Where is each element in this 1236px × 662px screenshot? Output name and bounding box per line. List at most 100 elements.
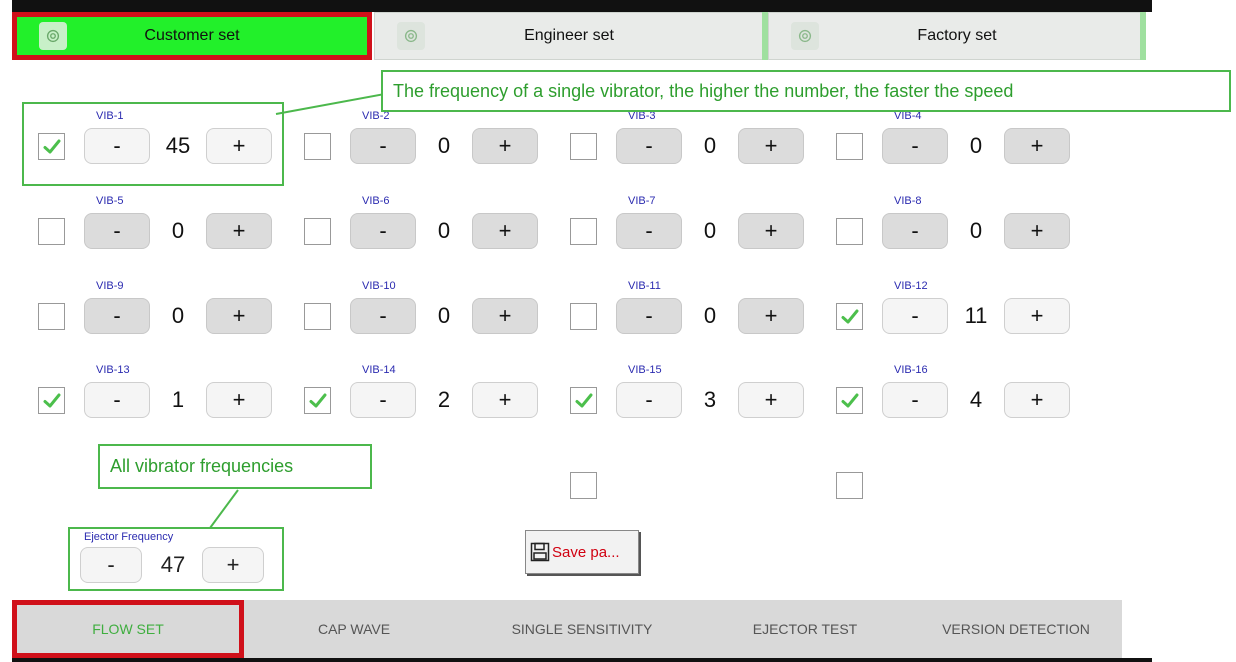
vibrator-control: VIB-9 -0 +	[38, 280, 278, 340]
increase-button[interactable]: +	[1004, 128, 1070, 164]
decrease-button[interactable]: -	[350, 298, 416, 334]
decrease-button[interactable]: -	[84, 213, 150, 249]
vibrator-value: 0	[969, 218, 983, 243]
vibrator-control: VIB-6 -0 +	[304, 195, 544, 255]
increase-button[interactable]: +	[472, 213, 538, 249]
increase-button[interactable]: +	[206, 213, 272, 249]
vibrator-checkbox[interactable]	[836, 387, 863, 414]
vibrator-checkbox[interactable]	[836, 303, 863, 330]
increase-button[interactable]: +	[472, 128, 538, 164]
vibrator-control: VIB-10 -0 +	[304, 280, 544, 340]
tab-label: Engineer set	[524, 27, 614, 44]
vibrator-control: VIB-13 -1 +	[38, 364, 278, 424]
vibrator-checkbox[interactable]	[304, 218, 331, 245]
decrease-button[interactable]: -	[882, 298, 948, 334]
decrease-button[interactable]: -	[616, 213, 682, 249]
all-vibrators-annotation: All vibrator frequencies	[98, 444, 372, 489]
tab-label: Customer set	[144, 27, 240, 44]
vibrator-checkbox[interactable]	[570, 218, 597, 245]
tab-engineer-set[interactable]: Engineer set	[374, 12, 764, 60]
vibrator-control: VIB-7 -0 +	[570, 195, 810, 255]
gear-icon	[397, 22, 425, 50]
checkbox[interactable]	[570, 472, 597, 499]
decrease-button[interactable]: -	[616, 128, 682, 164]
vibrator-checkbox[interactable]	[836, 218, 863, 245]
decrease-button[interactable]: -	[882, 213, 948, 249]
increase-button[interactable]: +	[1004, 298, 1070, 334]
vibrator-label: VIB-12	[894, 280, 928, 292]
increase-button[interactable]: +	[206, 382, 272, 418]
vibrator-label: VIB-5	[96, 195, 124, 207]
vibrator-checkbox[interactable]	[570, 133, 597, 160]
decrease-button[interactable]: -	[882, 382, 948, 418]
decrease-button[interactable]: -	[350, 213, 416, 249]
vibrator-control: VIB-16 -4 +	[836, 364, 1076, 424]
decrease-button[interactable]: -	[616, 382, 682, 418]
nav-ejector-test[interactable]: EJECTOR TEST	[700, 600, 910, 658]
save-params-button[interactable]: Save pa...	[525, 530, 639, 574]
checkmark-icon	[309, 393, 326, 407]
gear-icon	[791, 22, 819, 50]
ejector-highlight	[68, 527, 284, 591]
vibrator-checkbox[interactable]	[38, 303, 65, 330]
vibrator-value: 0	[437, 218, 451, 243]
vibrator-control: VIB-4-0 +	[836, 110, 1076, 170]
checkbox[interactable]	[836, 472, 863, 499]
vibrator-label: VIB-6	[362, 195, 390, 207]
save-label: Save pa...	[552, 543, 620, 561]
vibrator-control: VIB-12 -11 +	[836, 280, 1076, 340]
nav-single-sensitivity[interactable]: SINGLE SENSITIVITY	[464, 600, 700, 658]
decrease-button[interactable]: -	[882, 128, 948, 164]
vibrator-checkbox[interactable]	[570, 303, 597, 330]
vibrator-label: VIB-14	[362, 364, 396, 376]
vibrator-value: 11	[964, 303, 988, 328]
checkmark-icon	[575, 393, 592, 407]
vibrator-checkbox[interactable]	[304, 387, 331, 414]
checkmark-icon	[43, 393, 60, 407]
increase-button[interactable]: +	[738, 213, 804, 249]
vib-1-highlight	[22, 102, 284, 186]
tab-customer-set[interactable]: Customer set	[12, 12, 372, 60]
vibrator-value: 0	[171, 303, 185, 328]
vibrator-label: VIB-16	[894, 364, 928, 376]
decrease-button[interactable]: -	[84, 382, 150, 418]
vibrator-label: VIB-9	[96, 280, 124, 292]
tab-factory-set[interactable]: Factory set	[768, 12, 1146, 60]
vibrator-value: 0	[437, 133, 451, 158]
increase-button[interactable]: +	[472, 382, 538, 418]
decrease-button[interactable]: -	[350, 128, 416, 164]
decrease-button[interactable]: -	[350, 382, 416, 418]
nav-version-detection[interactable]: VERSION DETECTION	[910, 600, 1122, 658]
vibrator-label: VIB-15	[628, 364, 662, 376]
nav-cap-wave[interactable]: CAP WAVE	[244, 600, 464, 658]
vibrator-control: VIB-11 -0 +	[570, 280, 810, 340]
tab-label: Factory set	[917, 27, 997, 44]
decrease-button[interactable]: -	[84, 298, 150, 334]
vibrator-checkbox[interactable]	[304, 303, 331, 330]
vibrator-checkbox[interactable]	[836, 133, 863, 160]
vibrator-value: 0	[703, 218, 717, 243]
top-bar	[12, 0, 1152, 12]
vibrator-label: VIB-10	[362, 280, 396, 292]
increase-button[interactable]: +	[738, 298, 804, 334]
vibrator-value: 3	[703, 387, 717, 412]
vibrator-checkbox[interactable]	[304, 133, 331, 160]
vibrator-checkbox[interactable]	[38, 387, 65, 414]
vibrator-checkbox[interactable]	[570, 387, 597, 414]
vibrator-checkbox[interactable]	[38, 218, 65, 245]
increase-button[interactable]: +	[1004, 213, 1070, 249]
increase-button[interactable]: +	[1004, 382, 1070, 418]
increase-button[interactable]: +	[472, 298, 538, 334]
vibrator-value: 0	[703, 133, 717, 158]
increase-button[interactable]: +	[738, 382, 804, 418]
vibrator-label: VIB-8	[894, 195, 922, 207]
tab-separator	[1140, 12, 1146, 60]
floppy-disk-icon	[530, 542, 550, 562]
vibrator-value: 2	[437, 387, 451, 412]
bottom-bar	[12, 658, 1152, 662]
vibrator-control: VIB-15 -3 +	[570, 364, 810, 424]
increase-button[interactable]: +	[206, 298, 272, 334]
nav-flow-set[interactable]: FLOW SET	[12, 600, 244, 658]
decrease-button[interactable]: -	[616, 298, 682, 334]
increase-button[interactable]: +	[738, 128, 804, 164]
